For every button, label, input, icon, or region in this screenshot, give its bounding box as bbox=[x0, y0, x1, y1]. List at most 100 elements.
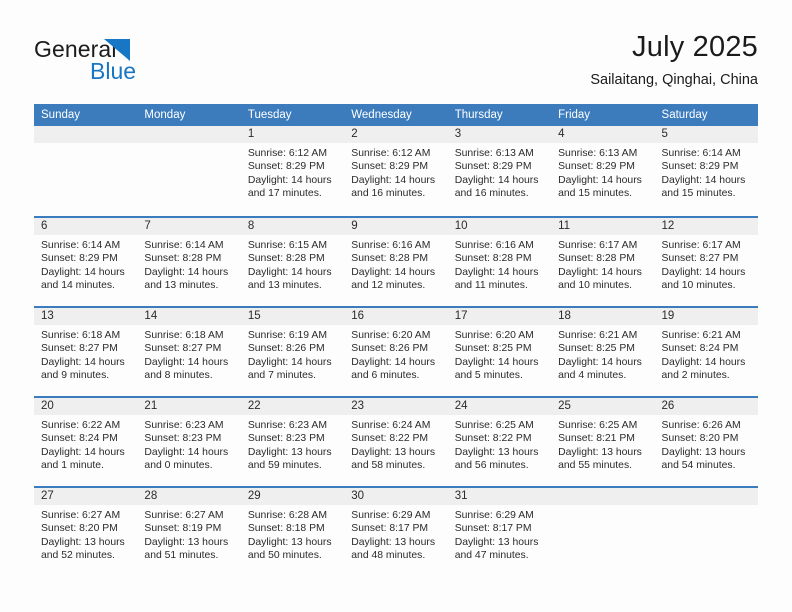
brand-name-blue: Blue bbox=[90, 58, 137, 84]
day-number-band: 13 bbox=[34, 308, 138, 325]
day-number-band: 16 bbox=[344, 308, 448, 325]
sunrise-text: Sunrise: 6:15 AM bbox=[247, 240, 327, 251]
sunrise-text: Sunrise: 6:23 AM bbox=[144, 420, 224, 431]
day-number: 17 bbox=[454, 310, 468, 322]
calendar-day-cell[interactable]: 9 Sunrise: 6:16 AM Sunset: 8:28 PM Daylight… bbox=[344, 218, 448, 306]
daylight-text-line1: Daylight: 14 hours bbox=[351, 356, 436, 368]
daylight-text-line2: and 6 minutes. bbox=[351, 370, 420, 382]
day-cell-body: Sunrise: 6:18 AM Sunset: 8:27 PM Daylight:… bbox=[137, 325, 240, 383]
daylight-text-line2: and 13 minutes. bbox=[247, 280, 322, 292]
day-number: 25 bbox=[558, 400, 571, 412]
day-cell-body: Sunrise: 6:28 AM Sunset: 8:18 PM Daylight:… bbox=[241, 505, 344, 563]
day-cell-body: Sunrise: 6:22 AM Sunset: 8:24 PM Daylight:… bbox=[34, 415, 137, 473]
sunrise-text: Sunrise: 6:14 AM bbox=[661, 148, 741, 159]
daylight-text-line1: Daylight: 14 hours bbox=[558, 174, 642, 186]
day-number-band: 30 bbox=[344, 488, 448, 505]
day-cell-body: Sunrise: 6:12 AM Sunset: 8:29 PM Daylight:… bbox=[241, 143, 344, 201]
sunset-text: Sunset: 8:28 PM bbox=[247, 253, 325, 265]
day-cell-body bbox=[655, 505, 758, 509]
calendar-day-cell[interactable]: 25 Sunrise: 6:25 AM Sunset: 8:21 PM Dayligh… bbox=[551, 398, 655, 486]
calendar-day-cell-empty bbox=[34, 126, 138, 216]
daylight-text-line1: Daylight: 14 hours bbox=[351, 266, 436, 278]
sunrise-text: Sunrise: 6:20 AM bbox=[351, 330, 431, 341]
day-number: 13 bbox=[41, 310, 54, 322]
day-number: 29 bbox=[247, 490, 261, 502]
daylight-text-line2: and 47 minutes. bbox=[454, 550, 529, 562]
calendar-day-cell[interactable]: 3 Sunrise: 6:13 AM Sunset: 8:29 PM Daylight… bbox=[447, 126, 552, 216]
calendar-day-cell[interactable]: 10 Sunrise: 6:16 AM Sunset: 8:28 PM Dayligh… bbox=[447, 218, 552, 306]
calendar-day-cell[interactable]: 14 Sunrise: 6:18 AM Sunset: 8:27 PM Dayligh… bbox=[137, 308, 241, 396]
sunset-text: Sunset: 8:21 PM bbox=[558, 433, 635, 445]
day-number: 11 bbox=[558, 220, 571, 232]
daylight-text-line2: and 7 minutes. bbox=[247, 370, 317, 382]
day-number: 4 bbox=[558, 128, 565, 140]
daylight-text-line2: and 17 minutes. bbox=[247, 188, 322, 200]
calendar-day-cell[interactable]: 17 Sunrise: 6:20 AM Sunset: 8:25 PM Dayligh… bbox=[447, 308, 552, 396]
sunrise-text: Sunrise: 6:16 AM bbox=[351, 240, 431, 251]
day-number-band: 6 bbox=[34, 218, 138, 235]
day-number: 6 bbox=[41, 220, 48, 232]
sunrise-text: Sunrise: 6:22 AM bbox=[41, 420, 121, 431]
calendar-day-cell[interactable]: 2 Sunrise: 6:12 AM Sunset: 8:29 PM Daylight… bbox=[344, 126, 448, 216]
daylight-text-line1: Daylight: 14 hours bbox=[661, 174, 746, 186]
day-cell-body: Sunrise: 6:19 AM Sunset: 8:26 PM Daylight:… bbox=[241, 325, 344, 383]
daylight-text-line1: Daylight: 14 hours bbox=[454, 356, 539, 368]
calendar-week-row: 27 Sunrise: 6:27 AM Sunset: 8:20 PM Dayligh… bbox=[34, 486, 758, 576]
sunrise-text: Sunrise: 6:17 AM bbox=[558, 240, 638, 251]
daylight-text-line1: Daylight: 14 hours bbox=[454, 174, 539, 186]
sunset-text: Sunset: 8:20 PM bbox=[41, 523, 118, 535]
daylight-text-line2: and 50 minutes. bbox=[247, 550, 322, 562]
brand-logo[interactable]: General Blue bbox=[34, 36, 234, 92]
daylight-text-line2: and 55 minutes. bbox=[558, 460, 633, 472]
sunrise-text: Sunrise: 6:16 AM bbox=[454, 240, 534, 251]
day-number-band: 31 bbox=[447, 488, 552, 505]
calendar-day-cell[interactable]: 31 Sunrise: 6:29 AM Sunset: 8:17 PM Dayligh… bbox=[447, 488, 552, 576]
day-cell-body: Sunrise: 6:20 AM Sunset: 8:25 PM Daylight:… bbox=[448, 325, 551, 383]
daylight-text-line1: Daylight: 14 hours bbox=[41, 356, 125, 368]
calendar-day-cell[interactable]: 20 Sunrise: 6:22 AM Sunset: 8:24 PM Dayligh… bbox=[34, 398, 138, 486]
day-number: 22 bbox=[247, 400, 261, 412]
calendar-day-cell[interactable]: 11 Sunrise: 6:17 AM Sunset: 8:28 PM Dayligh… bbox=[551, 218, 655, 306]
day-number: 14 bbox=[144, 310, 158, 322]
calendar-day-cell[interactable]: 19 Sunrise: 6:21 AM Sunset: 8:24 PM Dayligh… bbox=[654, 308, 758, 396]
calendar-day-cell[interactable]: 27 Sunrise: 6:27 AM Sunset: 8:20 PM Dayligh… bbox=[34, 488, 138, 576]
daylight-text-line1: Daylight: 14 hours bbox=[41, 266, 125, 278]
daylight-text-line2: and 16 minutes. bbox=[454, 188, 529, 200]
daylight-text-line2: and 8 minutes. bbox=[144, 370, 213, 382]
calendar-day-cell[interactable]: 15 Sunrise: 6:19 AM Sunset: 8:26 PM Dayligh… bbox=[240, 308, 345, 396]
calendar-week-row: 20 Sunrise: 6:22 AM Sunset: 8:24 PM Dayligh… bbox=[34, 396, 758, 486]
weekday-header-friday: Friday bbox=[558, 109, 591, 121]
calendar-day-cell[interactable]: 4 Sunrise: 6:13 AM Sunset: 8:29 PM Daylight… bbox=[551, 126, 655, 216]
day-number-band bbox=[654, 488, 758, 505]
calendar-day-cell[interactable]: 7 Sunrise: 6:14 AM Sunset: 8:28 PM Daylight… bbox=[137, 218, 241, 306]
calendar-day-cell[interactable]: 29 Sunrise: 6:28 AM Sunset: 8:18 PM Dayligh… bbox=[240, 488, 345, 576]
calendar-day-cell[interactable]: 12 Sunrise: 6:17 AM Sunset: 8:27 PM Dayligh… bbox=[654, 218, 758, 306]
calendar-day-cell[interactable]: 8 Sunrise: 6:15 AM Sunset: 8:28 PM Daylight… bbox=[240, 218, 345, 306]
daylight-text-line1: Daylight: 14 hours bbox=[454, 266, 539, 278]
daylight-text-line1: Daylight: 13 hours bbox=[247, 446, 332, 458]
calendar-week-row: 1 Sunrise: 6:12 AM Sunset: 8:29 PM Daylight… bbox=[34, 126, 758, 216]
calendar-day-cell[interactable]: 24 Sunrise: 6:25 AM Sunset: 8:22 PM Dayligh… bbox=[447, 398, 552, 486]
calendar-day-cell[interactable]: 5 Sunrise: 6:14 AM Sunset: 8:29 PM Daylight… bbox=[654, 126, 758, 216]
day-cell-body bbox=[34, 143, 137, 147]
calendar-day-cell[interactable]: 21 Sunrise: 6:23 AM Sunset: 8:23 PM Dayligh… bbox=[137, 398, 241, 486]
day-number: 28 bbox=[144, 490, 158, 502]
daylight-text-line1: Daylight: 14 hours bbox=[247, 266, 332, 278]
calendar-day-cell[interactable]: 23 Sunrise: 6:24 AM Sunset: 8:22 PM Dayligh… bbox=[344, 398, 448, 486]
calendar-day-cell[interactable]: 26 Sunrise: 6:26 AM Sunset: 8:20 PM Dayligh… bbox=[654, 398, 758, 486]
calendar-day-cell[interactable]: 28 Sunrise: 6:27 AM Sunset: 8:19 PM Dayligh… bbox=[137, 488, 241, 576]
sunrise-text: Sunrise: 6:27 AM bbox=[41, 510, 121, 521]
calendar-day-cell[interactable]: 16 Sunrise: 6:20 AM Sunset: 8:26 PM Dayligh… bbox=[344, 308, 448, 396]
calendar-day-cell[interactable]: 30 Sunrise: 6:29 AM Sunset: 8:17 PM Dayligh… bbox=[344, 488, 448, 576]
calendar-day-cell[interactable]: 6 Sunrise: 6:14 AM Sunset: 8:29 PM Daylight… bbox=[34, 218, 138, 306]
daylight-text-line1: Daylight: 14 hours bbox=[661, 356, 746, 368]
sunrise-text: Sunrise: 6:12 AM bbox=[247, 148, 327, 159]
sunset-text: Sunset: 8:29 PM bbox=[558, 161, 635, 173]
calendar-day-cell[interactable]: 13 Sunrise: 6:18 AM Sunset: 8:27 PM Dayligh… bbox=[34, 308, 138, 396]
calendar-day-cell[interactable]: 22 Sunrise: 6:23 AM Sunset: 8:23 PM Dayligh… bbox=[240, 398, 345, 486]
calendar-day-cell[interactable]: 1 Sunrise: 6:12 AM Sunset: 8:29 PM Daylight… bbox=[240, 126, 345, 216]
sunrise-text: Sunrise: 6:26 AM bbox=[661, 420, 741, 431]
sunrise-text: Sunrise: 6:13 AM bbox=[558, 148, 638, 159]
calendar-day-cell[interactable]: 18 Sunrise: 6:21 AM Sunset: 8:25 PM Dayligh… bbox=[551, 308, 655, 396]
sunrise-text: Sunrise: 6:14 AM bbox=[41, 240, 121, 251]
